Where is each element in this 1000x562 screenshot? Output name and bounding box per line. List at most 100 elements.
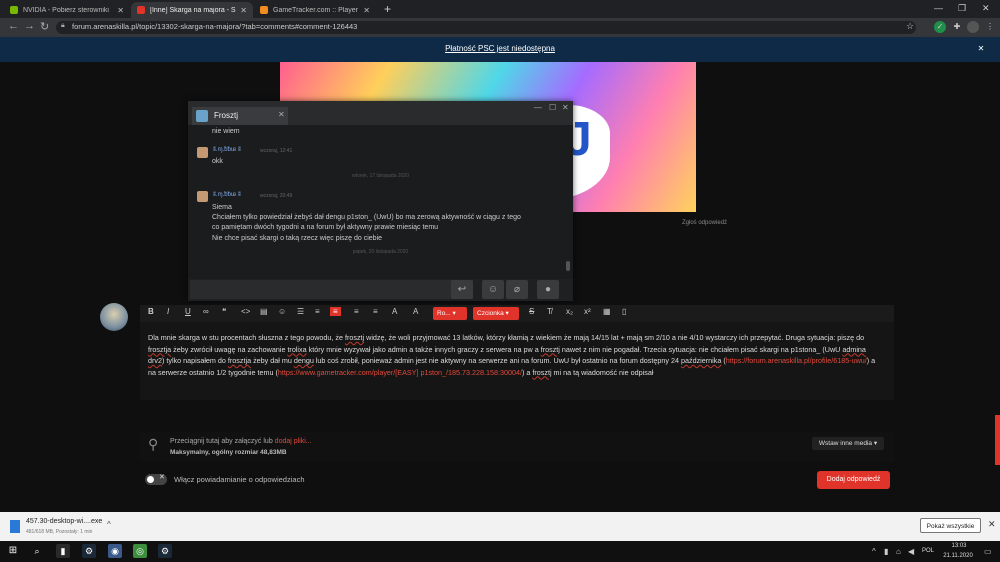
align-center-icon[interactable]: ≡	[354, 307, 359, 316]
volume-icon[interactable]: ◀	[908, 547, 914, 556]
editor-content[interactable]: Dla mnie skarga w stu procentach słuszna…	[148, 332, 888, 378]
puzzle-icon[interactable]: ✚	[951, 21, 963, 33]
language-indicator[interactable]: POL	[922, 548, 934, 554]
misspelled-word[interactable]: drv2	[148, 356, 162, 365]
new-tab-button[interactable]: +	[384, 2, 391, 16]
microphone-icon[interactable]: ●	[537, 280, 559, 299]
chat-user-name[interactable]: ʬ.ɱ.ᵬᵬᵫ ʬ	[213, 147, 241, 153]
align-right-icon[interactable]: ≡	[373, 307, 378, 316]
page-scrollbar[interactable]	[995, 415, 1000, 465]
chat-message-input[interactable]	[190, 280, 473, 299]
chat-scrollbar[interactable]	[566, 261, 570, 271]
strikethrough-button[interactable]: S	[529, 307, 534, 316]
restore-icon[interactable]: ❐	[958, 3, 966, 14]
menu-icon[interactable]: ⋮	[984, 21, 996, 33]
clear-format-icon[interactable]: T̸	[547, 307, 552, 316]
tab-gametracker[interactable]: GameTracker.com :: Player Page F ✕	[254, 2, 376, 18]
misspelled-word[interactable]: frosztja	[228, 356, 251, 365]
chat-user-name[interactable]: ʬ.ɱ.ᵬᵬᵫ ʬ	[213, 192, 241, 198]
user-avatar[interactable]	[100, 303, 128, 331]
font-select[interactable]: Ro... ▾	[433, 307, 467, 320]
back-icon[interactable]: ←	[8, 20, 19, 32]
download-filename[interactable]: 457.30-desktop-wi....exe	[26, 518, 102, 525]
misspelled-word[interactable]: admina	[842, 345, 866, 354]
lock-icon: 🔒︎	[61, 22, 65, 29]
close-tab-icon[interactable]: ✕	[363, 6, 370, 15]
close-chat-tab-icon[interactable]: ✕	[278, 110, 285, 119]
bold-button[interactable]: B	[148, 307, 154, 316]
subscript-icon[interactable]: x₂	[566, 307, 573, 316]
bullet-list-icon[interactable]: ☰	[297, 307, 304, 316]
misspelled-word[interactable]: frosztj	[541, 345, 560, 354]
link-icon[interactable]: ∞	[203, 307, 209, 316]
chat-tab[interactable]: Frosztj ✕	[192, 107, 288, 125]
notice-link[interactable]: Płatność PSC jest niedostępna	[0, 44, 1000, 53]
emoji-icon[interactable]: ☺	[482, 280, 504, 299]
editor-text-run: ) a	[866, 356, 876, 365]
underline-button[interactable]: U	[185, 307, 191, 316]
misspelled-word[interactable]: dengu	[294, 356, 314, 365]
show-all-downloads-button[interactable]: Pokaż wszystkie	[920, 518, 981, 533]
windows-start-icon[interactable]: ⊞	[6, 544, 20, 558]
misspelled-word[interactable]: frosztj	[532, 368, 551, 377]
table-icon[interactable]: ▦	[603, 307, 611, 316]
attach-icon[interactable]: ⌀	[506, 280, 528, 299]
app-icon[interactable]: ◉	[108, 544, 122, 558]
tray-chevron-icon[interactable]: ^	[872, 547, 876, 556]
numbered-list-icon[interactable]: ≡	[315, 307, 320, 316]
microphone-tray-icon[interactable]: ▮	[884, 547, 888, 556]
address-bar[interactable]: 🔒︎ forum.arenaskilla.pl/topic/13302-skar…	[56, 21, 916, 34]
network-icon[interactable]: ⌂	[896, 547, 901, 556]
editor-link[interactable]: https://forum.arenaskilla.pl/profile/618…	[726, 356, 867, 365]
highlight-icon[interactable]: A	[413, 307, 418, 316]
window-close-icon[interactable]: ✕	[982, 3, 990, 14]
submit-reply-button[interactable]: Dodaj odpowiedź	[817, 471, 890, 489]
bookmark-star-icon[interactable]: ☆	[906, 21, 914, 32]
spoiler-icon[interactable]: ▤	[260, 307, 268, 316]
steam-icon[interactable]: ⚙	[82, 544, 96, 558]
attachment-dropzone[interactable]	[140, 432, 894, 462]
chat-date-separator: piątek, 20 listopada 2020	[352, 249, 409, 255]
close-download-bar-icon[interactable]: ✕	[988, 519, 996, 530]
tab-skarga[interactable]: [Inne] Skarga na majora - Skarg ✕	[131, 2, 253, 18]
chat-maximize-icon[interactable]: ☐	[549, 103, 556, 112]
misspelled-word[interactable]: frosztj	[345, 333, 364, 342]
superscript-icon[interactable]: x²	[584, 307, 591, 316]
add-files-link[interactable]: dodaj pliki...	[275, 438, 312, 445]
tab-nvidia[interactable]: NVIDIA - Pobierz sterowniki ✕	[4, 2, 130, 18]
search-icon[interactable]: ⌕	[30, 544, 44, 558]
notifications-icon[interactable]: ▭	[984, 547, 992, 556]
font-size-select[interactable]: Czcionka ▾	[473, 307, 519, 320]
extension-icon[interactable]: ✓	[934, 21, 946, 33]
reload-icon[interactable]: ↻	[40, 20, 49, 33]
misspelled-word[interactable]: trolixa	[287, 345, 306, 354]
quote-icon[interactable]: ❝	[222, 307, 226, 316]
profile-avatar[interactable]	[967, 21, 979, 33]
font-color-icon[interactable]: A	[392, 307, 397, 316]
align-left-button[interactable]: ≡	[330, 307, 341, 316]
chevron-up-icon[interactable]: ^	[107, 520, 111, 529]
download-status: 481/618 MB, Pozostały: 1 min	[26, 529, 93, 535]
minimize-icon[interactable]: —	[934, 3, 943, 13]
misspelled-word[interactable]: frosztja	[148, 345, 171, 354]
steam-chat-icon[interactable]: ⚙	[158, 544, 172, 558]
emoji-icon[interactable]: ☺	[278, 307, 286, 316]
clock-date[interactable]: 21.11.2020	[938, 553, 978, 559]
chat-close-icon[interactable]: ✕	[562, 103, 569, 112]
source-icon[interactable]: ▯	[622, 307, 626, 316]
close-tab-icon[interactable]: ✕	[117, 6, 124, 15]
italic-button[interactable]: I	[167, 307, 169, 316]
forward-icon[interactable]: →	[24, 20, 35, 32]
misspelled-word[interactable]: października	[681, 356, 721, 365]
report-reply-link[interactable]: Zgłoś odpowiedź	[682, 220, 727, 226]
notice-close-button[interactable]: ✕	[975, 43, 987, 55]
chrome-icon[interactable]: ◎	[133, 544, 147, 558]
editor-link[interactable]: https://www.gametracker.com/player/[EASY…	[278, 368, 522, 377]
chat-send-icon[interactable]: ↩	[451, 280, 473, 299]
code-icon[interactable]: <>	[241, 307, 250, 316]
close-tab-icon[interactable]: ✕	[240, 6, 247, 15]
chat-minimize-icon[interactable]: —	[534, 103, 542, 112]
app-icon[interactable]: ▮	[56, 544, 70, 558]
insert-media-button[interactable]: Wstaw inne media ▾	[812, 437, 884, 450]
clock-time[interactable]: 13:03	[944, 543, 974, 549]
